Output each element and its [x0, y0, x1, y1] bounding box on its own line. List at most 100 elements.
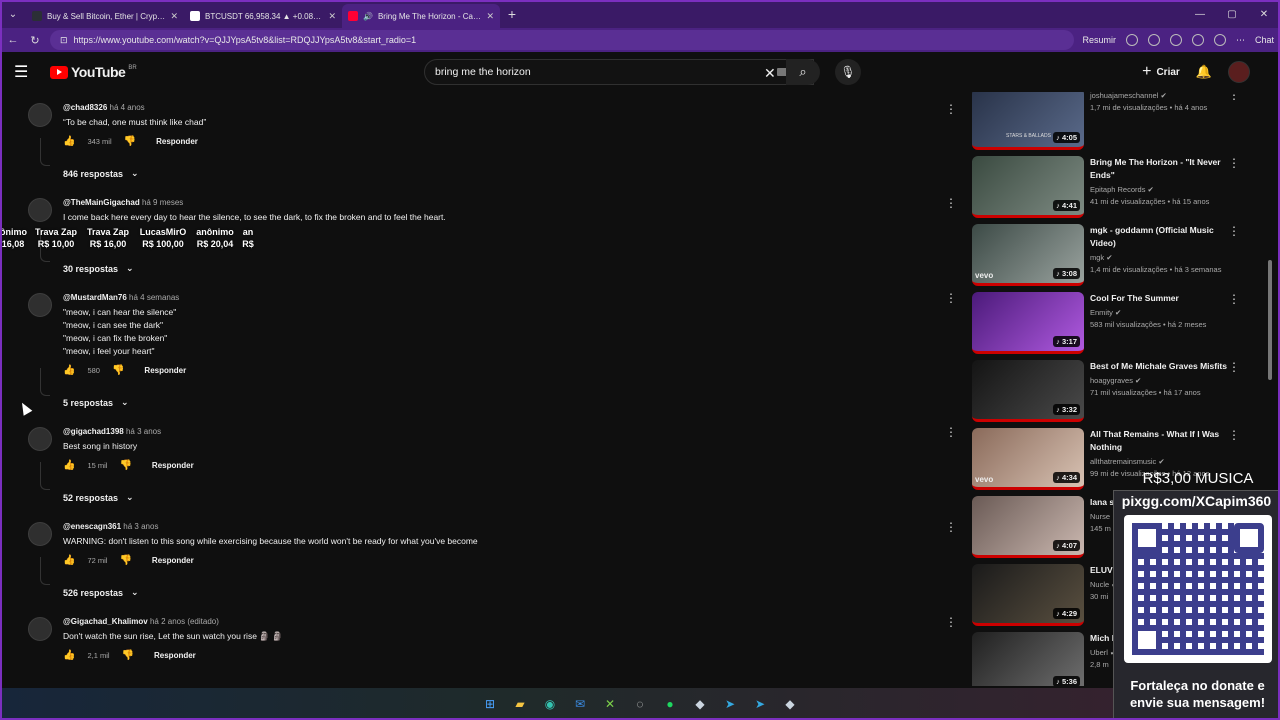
- video-title[interactable]: mgk - goddamn (Official Music Video): [1090, 224, 1240, 250]
- close-tab-icon[interactable]: ✕: [170, 11, 178, 22]
- like-icon[interactable]: 👍: [63, 136, 75, 147]
- resumir-button[interactable]: Resumir: [1082, 35, 1116, 45]
- reply-button[interactable]: Responder: [154, 651, 196, 660]
- reply-button[interactable]: Responder: [152, 461, 194, 470]
- site-info-icon[interactable]: ⊡: [60, 35, 68, 46]
- comment-more-icon[interactable]: ⋮: [945, 291, 957, 305]
- video-thumbnail[interactable]: STARS & BALLADS ♪ 4:05: [972, 92, 1084, 150]
- channel-name[interactable]: allthatremainsmusic: [1090, 457, 1156, 466]
- dislike-icon[interactable]: 👎: [122, 650, 134, 661]
- replies-toggle[interactable]: 52 respostas ⌄: [63, 492, 134, 503]
- voice-search-button[interactable]: 🎙: [835, 59, 861, 85]
- video-thumbnail[interactable]: ♪ 3:17: [972, 292, 1084, 354]
- edge-browser-icon[interactable]: ◉: [540, 694, 560, 714]
- replies-toggle[interactable]: 5 respostas ⌄: [63, 397, 129, 408]
- reply-button[interactable]: Responder: [156, 137, 198, 146]
- reply-button[interactable]: Responder: [152, 556, 194, 565]
- dislike-icon[interactable]: 👎: [124, 136, 136, 147]
- search-input[interactable]: bring me the horizon: [424, 59, 814, 85]
- close-tab-icon[interactable]: ✕: [328, 11, 336, 22]
- refresh-icon[interactable]: ↻: [28, 34, 42, 47]
- recommended-video[interactable]: vevo ♪ 3:08 mgk - goddamn (Official Music …: [972, 224, 1254, 286]
- video-more-icon[interactable]: ⋮: [1228, 360, 1240, 374]
- like-icon[interactable]: 👍: [63, 650, 75, 661]
- back-arrow-icon[interactable]: ←: [6, 34, 20, 46]
- comment-more-icon[interactable]: ⋮: [945, 615, 957, 629]
- notifications-bell-icon[interactable]: 🔔: [1196, 64, 1212, 80]
- avatar[interactable]: [1228, 61, 1250, 83]
- close-window-icon[interactable]: ✕: [1248, 9, 1280, 20]
- copilot-chat-button[interactable]: Chat: [1255, 35, 1274, 45]
- comment-author[interactable]: @TheMainGigachad: [63, 198, 140, 207]
- recommended-video[interactable]: ♪ 3:32 Best of Me Michale Graves Misfits h…: [972, 360, 1254, 422]
- channel-name[interactable]: hoagygraves: [1090, 376, 1133, 385]
- replies-toggle[interactable]: 526 respostas ⌄: [63, 587, 139, 598]
- video-thumbnail[interactable]: vevo ♪ 4:34: [972, 428, 1084, 490]
- comment-author[interactable]: @MustardMan76: [63, 293, 127, 302]
- dislike-icon[interactable]: 👎: [119, 460, 131, 471]
- channel-name[interactable]: joshuajameschannel: [1090, 92, 1158, 100]
- avatar[interactable]: [28, 198, 52, 222]
- video-thumbnail[interactable]: ♪ 3:32: [972, 360, 1084, 422]
- comment-author[interactable]: @enescagn361: [63, 522, 121, 531]
- video-more-icon[interactable]: ⋮: [1228, 92, 1240, 102]
- avatar[interactable]: [28, 522, 52, 546]
- extension-icon[interactable]: [1169, 34, 1182, 46]
- minimize-icon[interactable]: —: [1184, 9, 1216, 20]
- outlook-icon[interactable]: ✉: [570, 694, 590, 714]
- replies-toggle[interactable]: 30 respostas ⌄: [63, 263, 134, 274]
- channel-name[interactable]: Enmity: [1090, 308, 1113, 317]
- video-more-icon[interactable]: ⋮: [1228, 156, 1240, 170]
- comment-more-icon[interactable]: ⋮: [945, 102, 957, 116]
- tab-tradingview[interactable]: BTCUSDT 66,958.34 ▲ +0.08% Unna ✕: [184, 4, 342, 28]
- video-thumbnail[interactable]: vevo ♪ 3:08: [972, 224, 1084, 286]
- video-more-icon[interactable]: ⋮: [1228, 224, 1240, 238]
- comment-more-icon[interactable]: ⋮: [945, 520, 957, 534]
- recommended-video[interactable]: ♪ 4:41 Bring Me The Horizon - "It Never E…: [972, 156, 1254, 218]
- telegram-icon[interactable]: ➤: [750, 694, 770, 714]
- tab-youtube[interactable]: 🔊 Bring Me The Horizon - Can You ✕: [342, 4, 500, 28]
- url-field[interactable]: ⊡ https://www.youtube.com/watch?v=QJJYps…: [50, 30, 1075, 50]
- like-icon[interactable]: 👍: [63, 460, 75, 471]
- like-icon[interactable]: 👍: [63, 365, 75, 376]
- scrollbar[interactable]: [1268, 260, 1272, 380]
- avatar[interactable]: [28, 293, 52, 317]
- dislike-icon[interactable]: 👎: [112, 365, 124, 376]
- windows-start-icon[interactable]: ⊞: [480, 694, 500, 714]
- menu-hamburger-icon[interactable]: ☰: [14, 62, 40, 82]
- video-thumbnail[interactable]: ♪ 4:41: [972, 156, 1084, 218]
- file-explorer-icon[interactable]: ▰: [510, 694, 530, 714]
- avatar[interactable]: [28, 103, 52, 127]
- clear-search-icon[interactable]: ✕: [764, 65, 776, 82]
- tab-crypto[interactable]: Buy & Sell Bitcoin, Ether | Cryptoc ✕: [26, 4, 184, 28]
- xbox-icon[interactable]: ✕: [600, 694, 620, 714]
- comment-author[interactable]: @gigachad1398: [63, 427, 124, 436]
- close-tab-icon[interactable]: ✕: [486, 11, 494, 22]
- replies-toggle[interactable]: 846 respostas ⌄: [63, 168, 139, 179]
- comment-more-icon[interactable]: ⋮: [945, 425, 957, 439]
- video-title[interactable]: All That Remains - What If I Was Nothing: [1090, 428, 1240, 454]
- video-thumbnail[interactable]: ♪ 4:29: [972, 564, 1084, 626]
- video-thumbnail[interactable]: ♪ 4:07: [972, 496, 1084, 558]
- reply-button[interactable]: Responder: [144, 366, 186, 375]
- spotify-icon[interactable]: ●: [660, 694, 680, 714]
- video-title[interactable]: Best of Me Michale Graves Misfits: [1090, 360, 1240, 373]
- channel-name[interactable]: mgk: [1090, 253, 1104, 262]
- new-tab-button[interactable]: +: [500, 6, 524, 22]
- like-icon[interactable]: 👍: [63, 555, 75, 566]
- search-button[interactable]: ⌕: [786, 59, 820, 85]
- steam-icon[interactable]: ◆: [690, 694, 710, 714]
- steam-icon[interactable]: ◆: [780, 694, 800, 714]
- youtube-logo[interactable]: YouTube BR: [50, 64, 137, 80]
- channel-name[interactable]: Uberl: [1090, 648, 1108, 657]
- maximize-icon[interactable]: ▢: [1216, 9, 1248, 20]
- telegram-icon[interactable]: ➤: [720, 694, 740, 714]
- comment-author[interactable]: @Gigachad_Khalimov: [63, 617, 148, 626]
- video-more-icon[interactable]: ⋮: [1228, 292, 1240, 306]
- video-title[interactable]: Cool For The Summer: [1090, 292, 1240, 305]
- channel-name[interactable]: Epitaph Records: [1090, 185, 1145, 194]
- more-options-icon[interactable]: ⋯: [1236, 35, 1245, 46]
- avatar[interactable]: [28, 427, 52, 451]
- comment-more-icon[interactable]: ⋮: [945, 196, 957, 210]
- tab-actions-menu-icon[interactable]: ⌄: [0, 0, 26, 28]
